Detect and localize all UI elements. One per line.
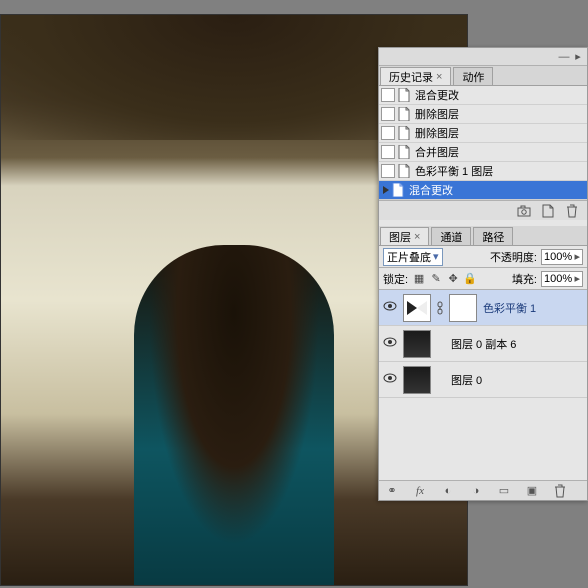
blend-row: 正片叠底 ▾ 不透明度: 100% ▸ (379, 246, 587, 268)
panel-titlebar[interactable]: — ▸ (379, 48, 587, 66)
document-icon (397, 126, 411, 140)
history-item[interactable]: 色彩平衡 1 图层 (379, 162, 587, 181)
lock-label: 锁定: (383, 271, 408, 287)
history-item[interactable]: 删除图层 (379, 124, 587, 143)
chevron-right-icon: ▸ (574, 250, 580, 263)
layers-panel: 图层 × 通道 路径 正片叠底 ▾ 不透明度: 100% ▸ 锁定: (379, 226, 587, 500)
new-layer-icon[interactable]: ▣ (525, 484, 539, 498)
visibility-icon[interactable] (383, 373, 397, 387)
close-icon[interactable]: × (436, 71, 442, 83)
history-label: 合并图层 (413, 144, 459, 160)
collapse-icon[interactable]: ▸ (571, 50, 585, 63)
lock-paint-icon[interactable]: ✎ (429, 272, 443, 286)
history-checkbox[interactable] (381, 88, 395, 102)
opacity-value: 100% (544, 251, 572, 263)
close-icon[interactable]: × (414, 231, 420, 243)
layer-name: 图层 0 副本 6 (451, 336, 516, 352)
image-content (134, 245, 334, 585)
history-label: 删除图层 (413, 125, 459, 141)
lock-transparency-icon[interactable]: ▦ (412, 272, 426, 286)
history-item[interactable]: 混合更改 (379, 86, 587, 105)
tab-history[interactable]: 历史记录 × (380, 67, 451, 85)
layer-thumb[interactable] (403, 330, 431, 358)
chevron-down-icon: ▾ (433, 250, 439, 263)
chevron-right-icon: ▸ (574, 272, 580, 285)
layer-thumb[interactable] (403, 366, 431, 394)
blend-mode-value: 正片叠底 (387, 249, 431, 265)
history-checkbox[interactable] (381, 107, 395, 121)
history-label: 混合更改 (413, 87, 459, 103)
history-item[interactable]: 混合更改 (379, 181, 587, 200)
trash-icon[interactable] (565, 204, 579, 218)
history-tabbar: 历史记录 × 动作 (379, 66, 587, 86)
history-label: 色彩平衡 1 图层 (413, 163, 493, 179)
layer-list[interactable]: 色彩平衡 1 图层 0 副本 6 图层 0 (379, 290, 587, 480)
minimize-icon[interactable]: — (557, 51, 571, 63)
visibility-icon[interactable] (383, 301, 397, 315)
fill-input[interactable]: 100% ▸ (541, 271, 583, 287)
folder-icon[interactable]: ▭ (497, 484, 511, 498)
document-icon (397, 88, 411, 102)
lock-move-icon[interactable]: ✥ (446, 272, 460, 286)
fill-value: 100% (544, 273, 572, 285)
history-footer (379, 200, 587, 220)
tab-label: 动作 (462, 69, 484, 85)
layer-name: 图层 0 (451, 372, 482, 388)
layer-row[interactable]: 图层 0 (379, 362, 587, 398)
history-label: 删除图层 (413, 106, 459, 122)
history-checkbox[interactable] (381, 126, 395, 140)
document-icon (397, 107, 411, 121)
adjust-icon[interactable]: ◑ (469, 484, 483, 498)
layer-name: 色彩平衡 1 (483, 300, 536, 316)
tab-actions[interactable]: 动作 (453, 67, 493, 85)
lock-icons: ▦ ✎ ✥ 🔒 (412, 272, 477, 286)
blend-mode-select[interactable]: 正片叠底 ▾ (383, 248, 443, 266)
opacity-label: 不透明度: (490, 249, 537, 265)
opacity-input[interactable]: 100% ▸ (541, 249, 583, 265)
layer-thumb-adjustment[interactable] (403, 294, 431, 322)
history-checkbox[interactable] (381, 164, 395, 178)
trash-icon[interactable] (553, 484, 567, 498)
fill-label: 填充: (512, 271, 537, 287)
current-step-icon (383, 186, 389, 194)
camera-icon[interactable] (517, 204, 531, 218)
layers-footer: ⚭ fx ◐ ◑ ▭ ▣ (379, 480, 587, 500)
panels-container: — ▸ 历史记录 × 动作 混合更改 删除图层 删除图层 (378, 47, 588, 501)
lock-row: 锁定: ▦ ✎ ✥ 🔒 填充: 100% ▸ (379, 268, 587, 290)
history-item[interactable]: 删除图层 (379, 105, 587, 124)
link-icon[interactable] (437, 301, 443, 315)
history-label: 混合更改 (407, 182, 453, 198)
document-icon (397, 164, 411, 178)
tab-label: 路径 (482, 229, 504, 245)
lock-all-icon[interactable]: 🔒 (463, 272, 477, 286)
layer-mask-thumb[interactable] (449, 294, 477, 322)
fx-icon[interactable]: fx (413, 484, 427, 498)
new-doc-icon[interactable] (541, 204, 555, 218)
document-icon (397, 145, 411, 159)
tab-label: 图层 (389, 229, 411, 245)
mask-icon[interactable]: ◐ (441, 484, 455, 498)
history-list[interactable]: 混合更改 删除图层 删除图层 合并图层 色彩平衡 1 图层 混合更改 (379, 86, 587, 200)
history-item[interactable]: 合并图层 (379, 143, 587, 162)
layer-row[interactable]: 图层 0 副本 6 (379, 326, 587, 362)
visibility-icon[interactable] (383, 337, 397, 351)
tab-layers[interactable]: 图层 × (380, 227, 429, 245)
tab-channels[interactable]: 通道 (431, 227, 471, 245)
history-checkbox[interactable] (381, 145, 395, 159)
document-icon (391, 183, 405, 197)
tab-label: 历史记录 (389, 69, 433, 85)
tab-label: 通道 (440, 229, 462, 245)
link-icon[interactable]: ⚭ (385, 484, 399, 498)
layer-row[interactable]: 色彩平衡 1 (379, 290, 587, 326)
layers-tabbar: 图层 × 通道 路径 (379, 226, 587, 246)
tab-paths[interactable]: 路径 (473, 227, 513, 245)
